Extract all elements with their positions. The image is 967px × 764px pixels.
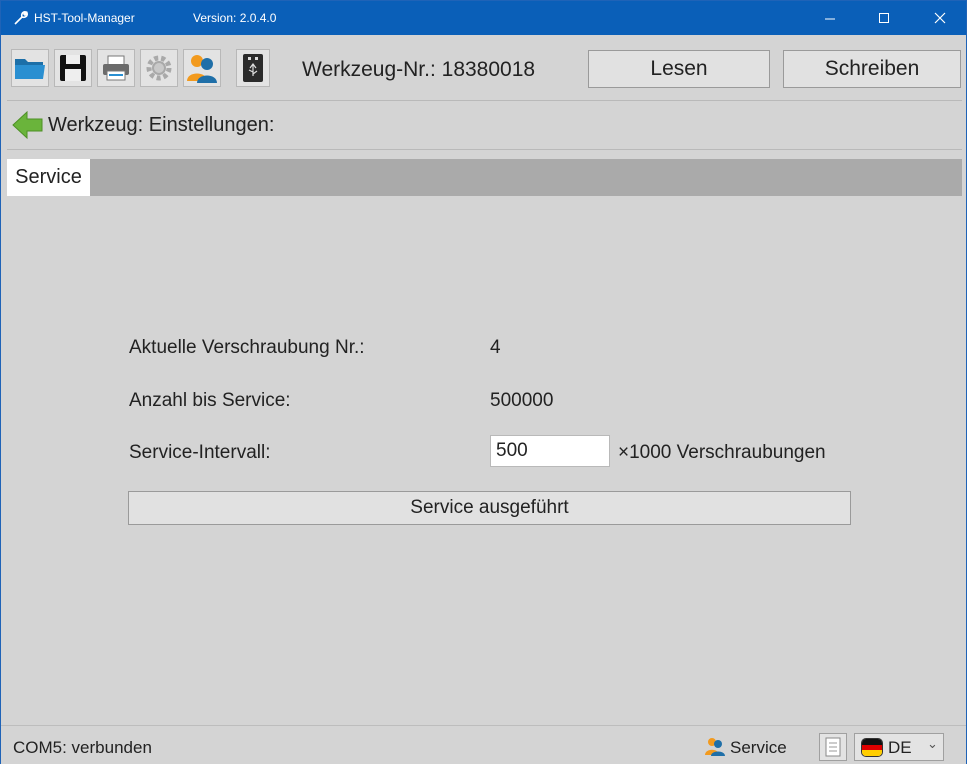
tool-number: Werkzeug-Nr.: 18380018: [302, 58, 536, 81]
page-title: Werkzeug: Einstellungen:: [48, 114, 275, 136]
settings-icon: [146, 55, 172, 81]
user-button[interactable]: [183, 49, 221, 87]
print-icon: [103, 55, 129, 81]
toolbar: Werkzeug-Nr.: 18380018 Lesen Schreiben: [1, 35, 966, 99]
user-icon: [705, 738, 725, 756]
status-bar: COM5: verbunden Service DE ⌄: [1, 725, 966, 764]
connection-status: COM5: verbunden: [13, 738, 152, 757]
tab-strip: Service: [7, 159, 962, 196]
folder-icon: [15, 59, 45, 79]
interval-input[interactable]: 500: [490, 435, 610, 467]
app-version: Version: 2.0.4.0: [193, 11, 277, 25]
current-screwing-value: 4: [490, 337, 501, 358]
open-button[interactable]: [11, 49, 49, 87]
remaining-label: Anzahl bis Service:: [129, 390, 291, 411]
maximize-icon: [879, 13, 889, 23]
german-flag-icon: [861, 738, 883, 757]
service-done-button[interactable]: Service ausgeführt: [128, 491, 851, 525]
write-button[interactable]: Schreiben: [783, 50, 961, 88]
usb-icon: [243, 54, 263, 82]
interval-unit: ×1000 Verschraubungen: [618, 442, 826, 463]
settings-button[interactable]: [140, 49, 178, 87]
title-bar: HST-Tool-Manager Version: 2.0.4.0: [1, 1, 966, 35]
divider: [7, 149, 962, 150]
print-button[interactable]: [97, 49, 135, 87]
interval-label: Service-Intervall:: [129, 442, 271, 463]
close-button[interactable]: [917, 1, 963, 35]
read-button[interactable]: Lesen: [588, 50, 770, 88]
user-role: Service: [730, 738, 787, 757]
remaining-value: 500000: [490, 390, 554, 411]
save-icon: [60, 55, 86, 81]
document-button[interactable]: [819, 733, 847, 761]
user-icon: [187, 55, 217, 83]
language-value: DE: [888, 738, 912, 757]
app-window: HST-Tool-Manager Version: 2.0.4.0 Werkze…: [0, 0, 967, 764]
breadcrumb: Werkzeug: Einstellungen:: [1, 101, 966, 149]
save-button[interactable]: [54, 49, 92, 87]
current-screwing-label: Aktuelle Verschraubung Nr.:: [129, 337, 365, 358]
minimize-button[interactable]: [807, 1, 853, 35]
usb-button[interactable]: [236, 49, 270, 87]
minimize-icon: [825, 18, 835, 20]
tab-service[interactable]: Service: [7, 159, 90, 196]
back-arrow-icon[interactable]: [11, 109, 45, 141]
document-icon: [825, 737, 841, 757]
app-title: HST-Tool-Manager: [34, 11, 135, 25]
wrench-icon: [14, 11, 28, 25]
maximize-button[interactable]: [861, 1, 907, 35]
chevron-down-icon: ⌄: [927, 737, 938, 752]
language-select[interactable]: DE ⌄: [854, 733, 944, 761]
close-icon: [934, 12, 946, 24]
